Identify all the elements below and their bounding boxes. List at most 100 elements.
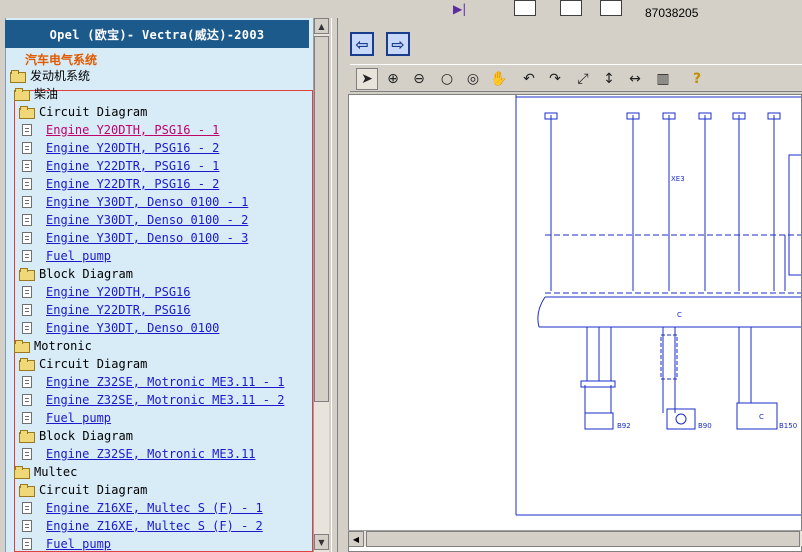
tree-folder[interactable]: Block Diagram (19, 427, 133, 445)
back-button[interactable]: ⇦ (350, 32, 374, 56)
zoom-area-tool[interactable]: ◎ (462, 68, 484, 90)
folder-icon (10, 70, 26, 83)
document-icon (22, 502, 32, 514)
tree-document-link[interactable]: Engine Z32SE, Motronic ME3.11 - 2 (46, 393, 284, 407)
tree-document[interactable]: Engine Z32SE, Motronic ME3.11 - 1 (22, 373, 284, 391)
scroll-down-arrow[interactable]: ▼ (314, 534, 329, 550)
fit-width-tool[interactable]: ↔ (624, 68, 646, 90)
tree-document-link[interactable]: Engine Y20DTH, PSG16 (46, 285, 191, 299)
tree-document[interactable]: Engine Y30DT, Denso 0100 (22, 319, 219, 337)
tree-folder[interactable]: Circuit Diagram (19, 355, 147, 373)
fit-page-tool[interactable]: ⤢ (572, 68, 594, 90)
toolbar-button-2[interactable] (560, 0, 582, 16)
tree-document[interactable]: Engine Y22DTR, PSG16 - 1 (22, 157, 219, 175)
tree-document-link[interactable]: Engine Y20DTH, PSG16 - 1 (46, 123, 219, 137)
tree-document-link[interactable]: Fuel pump (46, 411, 111, 425)
tree-root-item[interactable]: 发动机系统 (10, 67, 90, 85)
tree-folder[interactable]: Block Diagram (19, 265, 133, 283)
tree-document-link[interactable]: Engine Y30DT, Denso 0100 - 1 (46, 195, 248, 209)
tree-document[interactable]: Engine Y30DT, Denso 0100 - 3 (22, 229, 248, 247)
component-label-b92: B92 (617, 422, 631, 430)
tree-folder-label: 柴油 (34, 87, 59, 101)
tree-folder-label: Block Diagram (39, 267, 133, 281)
tree-document-link[interactable]: Engine Y20DTH, PSG16 - 2 (46, 141, 219, 155)
pan-tool[interactable]: ✋ (488, 68, 510, 90)
rotate-right-tool[interactable]: ↷ (544, 68, 566, 90)
diagram-canvas[interactable]: XE3 C B92 B90 C B150 (348, 94, 802, 552)
tree-document[interactable]: Engine Y20DTH, PSG16 - 2 (22, 139, 219, 157)
tree-document[interactable]: Engine Y22DTR, PSG16 - 2 (22, 175, 219, 193)
document-icon (22, 160, 32, 172)
tree-folder[interactable]: Motronic (14, 337, 92, 355)
zoom-in-icon: ⊕ (387, 71, 399, 87)
document-icon (22, 376, 32, 388)
tree-document[interactable]: Fuel pump (22, 409, 111, 427)
folder-icon (19, 484, 35, 497)
zoom-icon: ○ (440, 71, 454, 87)
scroll-up-arrow[interactable]: ▲ (314, 18, 329, 34)
tree-folder-label: Multec (34, 465, 78, 479)
document-icon (22, 214, 32, 226)
tree-folder[interactable]: Circuit Diagram (19, 103, 147, 121)
document-icon (22, 322, 32, 334)
speaker-icon[interactable]: ▶| (453, 2, 473, 16)
help-tool[interactable]: ? (686, 68, 708, 90)
tree-vertical-scrollbar[interactable]: ▲ ▼ (313, 18, 329, 552)
tree-document-link[interactable]: Engine Y22DTR, PSG16 - 2 (46, 177, 219, 191)
tree-document-link[interactable]: Engine Y30DT, Denso 0100 (46, 321, 219, 335)
zoom-in-tool[interactable]: ⊕ (382, 68, 404, 90)
tree-document-link[interactable]: Engine Y30DT, Denso 0100 - 2 (46, 213, 248, 227)
zoom-tool[interactable]: ○ (436, 68, 458, 90)
tree-document-link[interactable]: Engine Z32SE, Motronic ME3.11 (46, 447, 256, 461)
viewer-horizontal-scrollbar[interactable]: ◀ (348, 530, 802, 547)
tree-document-link[interactable]: Engine Y30DT, Denso 0100 - 3 (46, 231, 248, 245)
h-scroll-thumb[interactable] (366, 531, 800, 547)
tree-document[interactable]: Engine Y30DT, Denso 0100 - 2 (22, 211, 248, 229)
tree-document-link[interactable]: Engine Z16XE, Multec S (F) - 1 (46, 501, 263, 515)
document-icon (22, 232, 32, 244)
tree-document-link[interactable]: Engine Y22DTR, PSG16 (46, 303, 191, 317)
folder-icon (19, 430, 35, 443)
rotate-left-tool[interactable]: ↶ (518, 68, 540, 90)
panel-splitter[interactable] (331, 18, 338, 552)
component-b150 (736, 402, 778, 430)
diagram-viewer: ⇦ ⇨ ➤ ⊕ ⊖ ○ ◎ ✋ ↶ ↷ ⤢ ↕ ↔ ▥ ? XE3 C B92 … (338, 18, 802, 552)
zoom-out-tool[interactable]: ⊖ (408, 68, 430, 90)
toolbar-button-3[interactable] (600, 0, 622, 16)
contrast-tool[interactable]: ▥ (652, 68, 674, 90)
tree-document[interactable]: Fuel pump (22, 247, 111, 265)
scroll-thumb[interactable] (314, 36, 329, 402)
document-icon (22, 538, 32, 550)
tree-document[interactable]: Engine Y20DTH, PSG16 (22, 283, 191, 301)
document-icon (22, 304, 32, 316)
forward-button[interactable]: ⇨ (386, 32, 410, 56)
tree-folder[interactable]: 柴油 (14, 85, 58, 103)
document-icon (22, 448, 32, 460)
tree-document[interactable]: Engine Y30DT, Denso 0100 - 1 (22, 193, 248, 211)
top-toolbar-strip: ▶| 87038205 (0, 0, 802, 20)
tree-document-link[interactable]: Fuel pump (46, 537, 111, 551)
tree-document[interactable]: Engine Z16XE, Multec S (F) - 1 (22, 499, 263, 517)
tree-folder[interactable]: Circuit Diagram (19, 481, 147, 499)
tree-subtitle: 汽车电气系统 (25, 53, 98, 67)
fit-height-tool[interactable]: ↕ (598, 68, 620, 90)
toolbar-button-1[interactable] (514, 0, 536, 16)
tree-document-link[interactable]: Engine Z16XE, Multec S (F) - 2 (46, 519, 263, 533)
folder-icon (14, 88, 30, 101)
pointer-tool[interactable]: ➤ (356, 68, 378, 90)
sensor-symbol (675, 413, 687, 425)
tree-folder[interactable]: Multec (14, 463, 77, 481)
help-icon: ? (692, 71, 702, 87)
tree-document-link[interactable]: Engine Z32SE, Motronic ME3.11 - 1 (46, 375, 284, 389)
tree-document[interactable]: Engine Y22DTR, PSG16 (22, 301, 191, 319)
tree-document-link[interactable]: Engine Y22DTR, PSG16 - 1 (46, 159, 219, 173)
tree-document[interactable]: Engine Z16XE, Multec S (F) - 2 (22, 517, 263, 535)
tree-document-link[interactable]: Fuel pump (46, 249, 111, 263)
tree-document[interactable]: Engine Z32SE, Motronic ME3.11 - 2 (22, 391, 284, 409)
tree-folder-label: Block Diagram (39, 429, 133, 443)
navigation-tree-panel: Opel (欧宝)- Vectra(威达)-2003 汽车电气系统 发动机系统 … (0, 18, 331, 552)
tree-document[interactable]: Engine Y20DTH, PSG16 - 1 (22, 121, 219, 139)
tree-document[interactable]: Fuel pump (22, 535, 111, 552)
scroll-left-arrow[interactable]: ◀ (348, 531, 364, 547)
tree-document[interactable]: Engine Z32SE, Motronic ME3.11 (22, 445, 256, 463)
